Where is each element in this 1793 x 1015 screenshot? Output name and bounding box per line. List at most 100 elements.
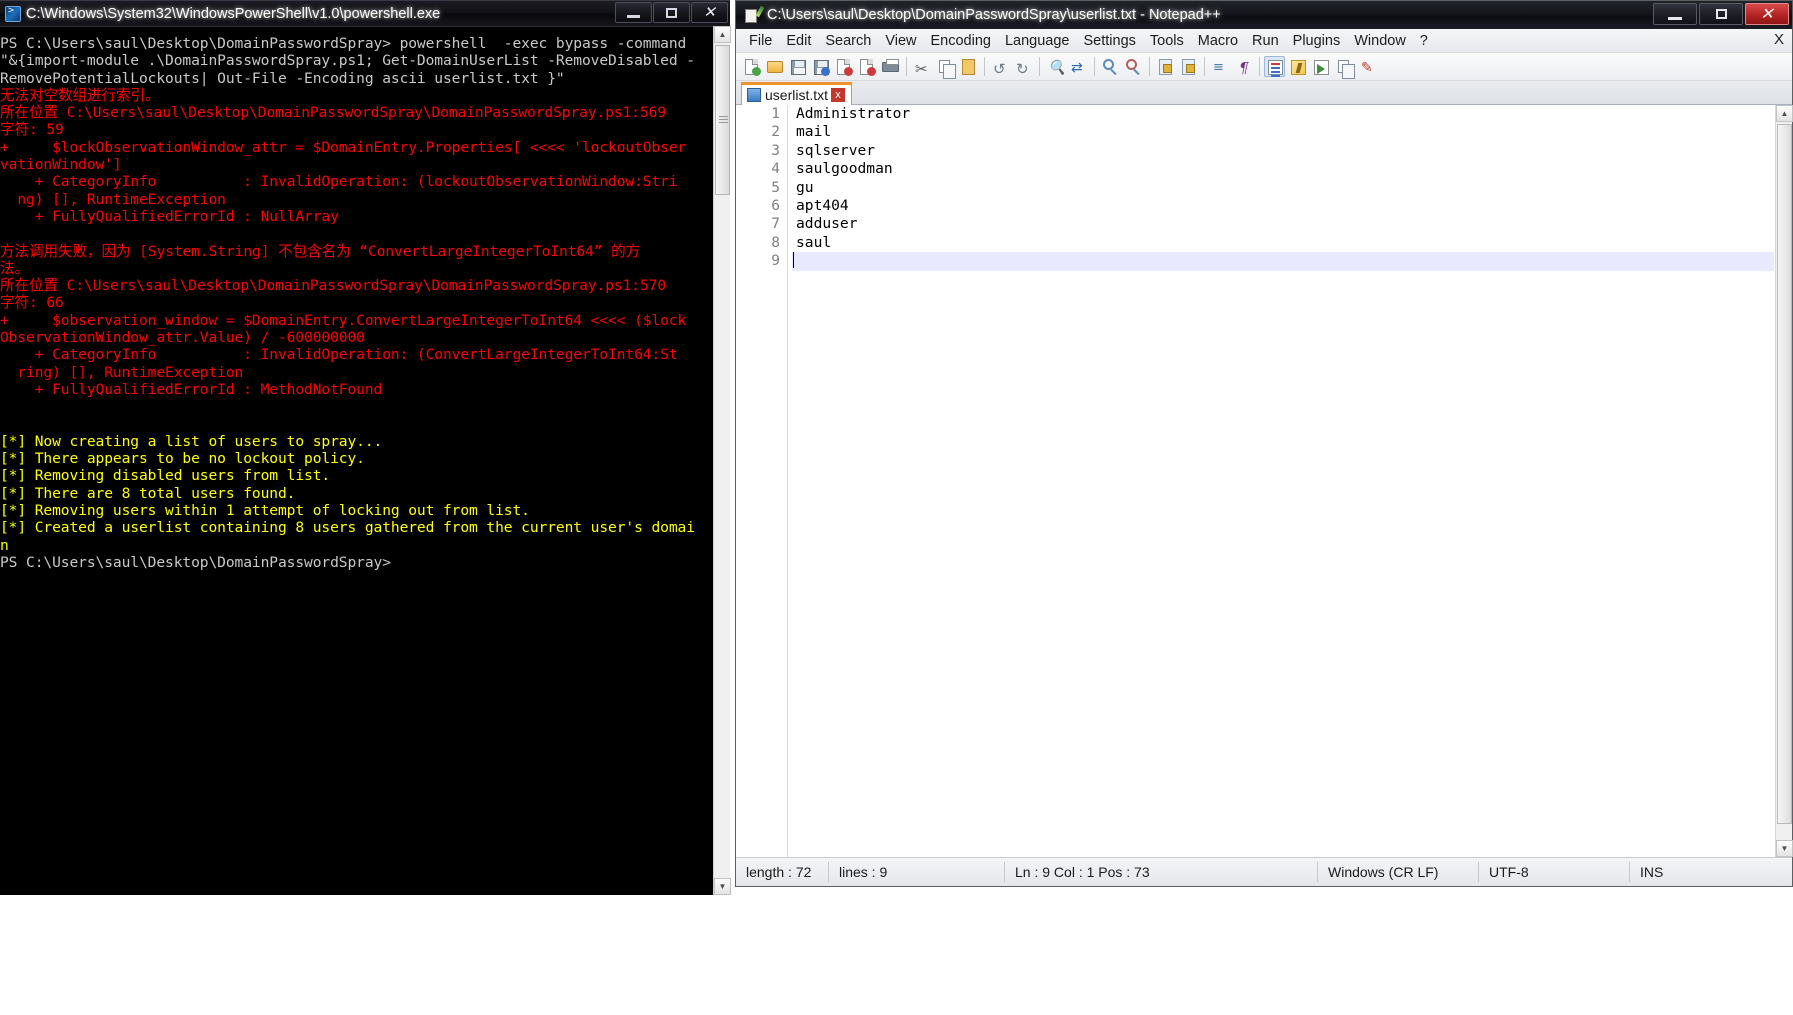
editor-line[interactable]: Administrator	[792, 105, 1774, 123]
notepadpp-statusbar: length : 72 lines : 9 Ln : 9 Col : 1 Pos…	[736, 857, 1792, 886]
console-line: 无法对空数组进行索引。	[0, 86, 160, 104]
line-number: 5	[771, 179, 780, 196]
menu-item-settings[interactable]: Settings	[1076, 31, 1142, 51]
editor-line[interactable]: adduser	[792, 215, 1774, 233]
function-list-icon[interactable]	[1333, 56, 1355, 79]
notepadpp-editor[interactable]: 123456789 Administrator mail sqlserver saul…	[736, 105, 1792, 857]
console-line: ring) [], RuntimeException	[0, 363, 244, 381]
editor-line[interactable]: apt404	[792, 197, 1774, 215]
open-file-icon[interactable]	[764, 56, 785, 77]
show-user-defined-dialog-icon[interactable]	[1287, 56, 1308, 77]
notepadpp-titlebar[interactable]: C:\Users\saul\Desktop\DomainPasswordSpra…	[736, 1, 1792, 29]
powershell-window: C:\Windows\System32\WindowsPowerShell\v1…	[0, 0, 731, 895]
zoom-out-icon[interactable]	[1122, 56, 1143, 77]
sync-horizontal-scroll-icon[interactable]	[1177, 56, 1198, 77]
powershell-window-controls: ✕	[614, 2, 728, 24]
menu-item-language[interactable]: Language	[998, 31, 1077, 51]
tab-close-icon[interactable]: x	[831, 88, 846, 102]
powershell-minimize-button[interactable]	[615, 2, 652, 23]
copy-icon[interactable]	[934, 56, 956, 79]
close-all-icon[interactable]	[856, 56, 877, 77]
menu-item-macro[interactable]: Macro	[1191, 31, 1245, 51]
powershell-maximize-button[interactable]	[653, 2, 690, 23]
console-line: + FullyQualifiedErrorId : NullArray	[0, 207, 339, 225]
powershell-titlebar[interactable]: C:\Windows\System32\WindowsPowerShell\v1…	[0, 0, 730, 26]
menu-item-tools[interactable]: Tools	[1143, 31, 1191, 51]
indent-guide-icon[interactable]	[1264, 56, 1285, 77]
document-map-icon[interactable]	[1310, 56, 1331, 77]
console-line: n	[0, 536, 9, 554]
zoom-in-icon[interactable]	[1099, 56, 1120, 77]
editor-line[interactable]: mail	[792, 123, 1774, 141]
menu-item-[interactable]: ?	[1413, 31, 1435, 51]
console-line: 所在位置 C:\Users\saul\Desktop\DomainPasswor…	[0, 277, 667, 295]
powershell-console-output[interactable]: PS C:\Users\saul\Desktop\DomainPasswordS…	[0, 26, 730, 895]
find-icon[interactable]: 🔍	[1044, 56, 1065, 77]
console-line: [*] Created a userlist containing 8 user…	[0, 519, 695, 537]
notepadpp-window: C:\Users\saul\Desktop\DomainPasswordSpra…	[735, 0, 1793, 887]
menu-item-encoding[interactable]: Encoding	[924, 31, 998, 51]
paste-icon[interactable]	[957, 56, 978, 77]
console-line: + $observation_window = $DomainEntry.Con…	[0, 311, 687, 329]
notepadpp-tabbar: userlist.txt x	[736, 81, 1792, 105]
console-line: [*] Removing users within 1 attempt of l…	[0, 502, 530, 520]
editor-line[interactable]: saulgoodman	[792, 160, 1774, 178]
editor-scroll-up-arrow-icon[interactable]: ▲	[1776, 105, 1793, 122]
console-line: + FullyQualifiedErrorId : MethodNotFound	[0, 380, 383, 398]
console-line: [*] Now creating a list of users to spra…	[0, 432, 383, 450]
replace-icon[interactable]: ⇄	[1067, 56, 1088, 77]
redo-icon[interactable]: ↻	[1012, 56, 1033, 78]
status-length: length : 72	[746, 864, 812, 880]
powershell-title: C:\Windows\System32\WindowsPowerShell\v1…	[26, 5, 441, 22]
powershell-close-button[interactable]: ✕	[691, 2, 728, 23]
console-line: [*] There are 8 total users found.	[0, 484, 296, 502]
line-number: 4	[771, 161, 780, 178]
editor-line[interactable]	[792, 252, 1774, 271]
save-all-icon[interactable]	[810, 56, 831, 77]
notepadpp-maximize-button[interactable]	[1699, 3, 1743, 25]
powershell-scrollbar-thumb[interactable]	[715, 45, 730, 195]
console-line: 所在位置 C:\Users\saul\Desktop\DomainPasswor…	[0, 104, 667, 122]
macro-record-icon[interactable]: ✎	[1356, 56, 1377, 77]
console-line: 字符: 66	[0, 294, 64, 312]
line-number: 2	[771, 124, 780, 141]
tab-label: userlist.txt	[765, 87, 829, 103]
editor-scrollbar-thumb[interactable]	[1777, 124, 1792, 824]
editor-line[interactable]: gu	[792, 179, 1774, 197]
menu-item-plugins[interactable]: Plugins	[1286, 31, 1348, 51]
menu-item-edit[interactable]: Edit	[779, 31, 818, 51]
console-line: 方法调用失败，因为 [System.String] 不包含名为 “Convert…	[0, 242, 641, 260]
word-wrap-icon[interactable]: ≡	[1209, 56, 1230, 77]
close-file-icon[interactable]	[833, 56, 854, 77]
text-caret	[793, 252, 794, 268]
new-file-icon[interactable]	[741, 56, 762, 77]
show-all-characters-icon[interactable]: ¶	[1232, 56, 1253, 77]
print-icon[interactable]	[879, 56, 900, 77]
editor-line[interactable]: saul	[792, 234, 1774, 252]
undo-icon[interactable]: ↺	[989, 56, 1010, 78]
scroll-down-arrow-icon[interactable]: ▼	[714, 878, 731, 895]
cut-icon[interactable]: ✂	[911, 56, 932, 78]
menu-item-window[interactable]: Window	[1347, 31, 1413, 51]
sync-vertical-scroll-icon[interactable]	[1154, 56, 1175, 77]
console-line: 字符: 59	[0, 121, 64, 139]
menu-item-run[interactable]: Run	[1245, 31, 1286, 51]
menu-item-file[interactable]: File	[742, 31, 779, 51]
editor-scroll-down-arrow-icon[interactable]: ▼	[1776, 840, 1793, 857]
editor-vertical-scrollbar[interactable]: ▲ ▼	[1775, 105, 1793, 857]
notepadpp-close-button[interactable]: ✕	[1745, 3, 1789, 25]
notepadpp-menubar: File Edit Search View Encoding Language Settin…	[736, 29, 1792, 53]
notepadpp-minimize-button[interactable]	[1653, 3, 1697, 25]
save-icon[interactable]	[787, 56, 808, 77]
tab-userlist-txt[interactable]: userlist.txt x	[741, 82, 853, 105]
editor-line[interactable]: sqlserver	[792, 142, 1774, 160]
powershell-scrollbar[interactable]: ▲ ▼	[713, 26, 731, 895]
editor-text-area[interactable]: Administrator mail sqlserver saulgoodman gu a…	[792, 105, 1774, 857]
menu-item-view[interactable]: View	[878, 31, 923, 51]
line-number: 8	[771, 234, 780, 251]
menu-item-search[interactable]: Search	[818, 31, 878, 51]
scroll-up-arrow-icon[interactable]: ▲	[714, 26, 731, 43]
close-document-button[interactable]: X	[1774, 31, 1784, 48]
console-line: vationWindow']	[0, 156, 122, 174]
notepad-plus-plus-icon	[744, 5, 765, 24]
